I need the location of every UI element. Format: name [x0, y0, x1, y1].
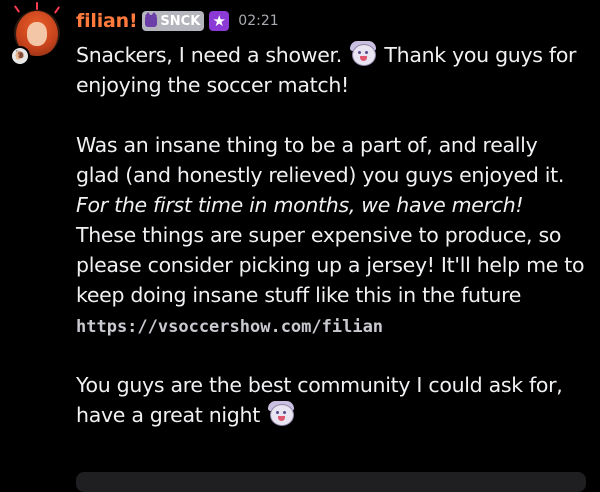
star-icon[interactable]: ★ — [209, 11, 230, 31]
avatar-status-badge: 🐌 — [10, 46, 30, 66]
sparkle-icon — [36, 2, 38, 10]
message-text: please consider picking up a jersey! It'… — [76, 253, 585, 277]
chat-message: 🐌 filian! SNCK ★ 02:21 Snackers, I need … — [0, 0, 600, 492]
message-text: These things are super expensive to prod… — [76, 223, 562, 247]
message-line: keep doing insane stuff like this in the… — [76, 280, 596, 310]
server-tag[interactable]: SNCK — [142, 11, 205, 31]
message-text: Snackers, I need a shower. — [76, 43, 342, 67]
username[interactable]: filian! — [76, 10, 138, 32]
message-timestamp[interactable]: 02:21 — [238, 13, 278, 29]
message-text-italic: For the first time in months, we have me… — [76, 193, 524, 217]
message-line: https://vsoccershow.com/filian — [76, 310, 596, 340]
message-text: enjoying the soccer match! — [76, 73, 349, 97]
message-line: have a great night — [76, 400, 596, 430]
sparkle-icon — [53, 6, 61, 14]
merch-link[interactable]: https://vsoccershow.com/filian — [76, 317, 383, 337]
message-text: keep doing insane stuff like this in the… — [76, 283, 522, 307]
embed-preview-edge — [76, 472, 586, 492]
message-text: Was an insane thing to be a part of, and… — [76, 133, 538, 157]
cat-face-icon — [145, 12, 158, 27]
message-line: Snackers, I need a shower. Thank you guy… — [76, 40, 596, 70]
sleepy-emote-icon[interactable] — [268, 401, 295, 427]
message-content: Snackers, I need a shower. Thank you guy… — [76, 40, 596, 430]
message-line: You guys are the best community I could … — [76, 370, 596, 400]
shower-emote-icon[interactable] — [350, 41, 377, 67]
message-line: enjoying the soccer match! — [76, 70, 596, 100]
message-line: please consider picking up a jersey! It'… — [76, 250, 596, 280]
user-avatar[interactable]: 🐌 — [10, 2, 68, 68]
message-line: For the first time in months, we have me… — [76, 190, 596, 220]
message-header: filian! SNCK ★ 02:21 — [76, 8, 279, 34]
sparkle-icon — [13, 5, 21, 13]
message-line: glad (and honestly relieved) you guys en… — [76, 160, 596, 190]
message-text: have a great night — [76, 403, 260, 427]
message-line: These things are super expensive to prod… — [76, 220, 596, 250]
server-tag-label: SNCK — [160, 13, 201, 29]
message-text: Thank you guys for — [384, 43, 577, 67]
message-text: glad (and honestly relieved) you guys en… — [76, 163, 565, 187]
message-text: You guys are the best community I could … — [76, 373, 563, 397]
message-line: Was an insane thing to be a part of, and… — [76, 130, 596, 160]
